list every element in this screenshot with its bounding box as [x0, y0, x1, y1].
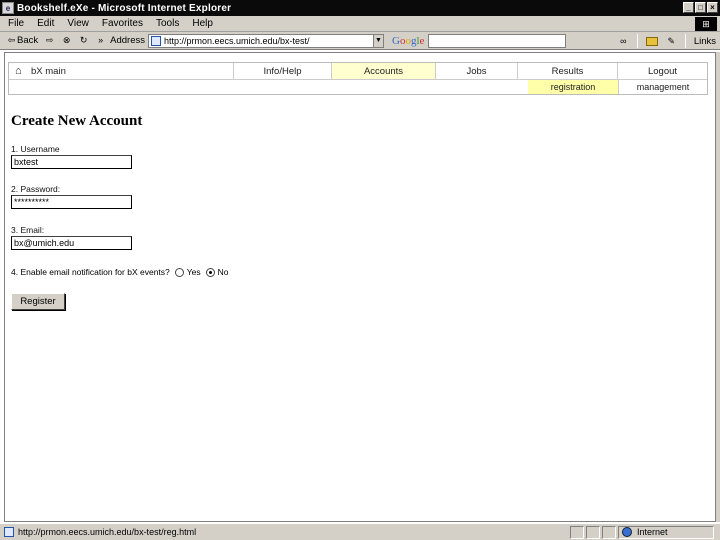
- notification-option: 4. Enable email notification for bX even…: [11, 267, 229, 277]
- back-arrow-icon: ⇦: [7, 35, 16, 45]
- toolbar-separator: [684, 34, 686, 48]
- forward-arrow-icon: ⇨: [45, 35, 54, 45]
- email-label: 3. Email:: [11, 225, 45, 235]
- minimize-button[interactable]: _: [683, 2, 694, 13]
- nav-jobs[interactable]: Jobs: [436, 63, 518, 79]
- home-icon: ⌂: [15, 64, 22, 77]
- subnav-registration[interactable]: registration: [528, 80, 618, 94]
- status-panel: [570, 525, 584, 539]
- menu-help[interactable]: Help: [192, 18, 213, 29]
- status-panel: [602, 525, 616, 539]
- refresh-icon: ↻: [79, 35, 88, 45]
- nav-info-help[interactable]: Info/Help: [234, 63, 332, 79]
- nav-sub-row: registration management: [9, 80, 707, 94]
- globe-icon: [622, 527, 632, 537]
- username-label: 1. Username: [11, 144, 60, 154]
- notify-no-label: No: [217, 267, 229, 277]
- address-label: Address: [110, 35, 145, 46]
- address-value: http://prmon.eecs.umich.edu/bx-test/: [163, 35, 310, 46]
- menu-bar: File Edit View Favorites Tools Help ⊞: [0, 16, 720, 32]
- ie-icon: e: [2, 2, 14, 14]
- menu-file[interactable]: File: [8, 18, 24, 29]
- nav-home-label: bX main: [31, 65, 66, 77]
- email-input[interactable]: [11, 236, 132, 250]
- site-navigation: ⌂ bX main Info/Help Accounts Jobs Result…: [8, 62, 708, 95]
- notify-no-radio[interactable]: [205, 267, 215, 277]
- subnav-spacer: [9, 80, 528, 94]
- stop-icon: ⊗: [62, 35, 71, 45]
- window-controls: _ □ ×: [683, 2, 718, 13]
- forward-button[interactable]: ⇨: [44, 35, 55, 46]
- notify-yes-label: Yes: [186, 267, 201, 277]
- register-button[interactable]: Register: [11, 293, 65, 310]
- menu-view[interactable]: View: [67, 18, 89, 29]
- nav-main-row: ⌂ bX main Info/Help Accounts Jobs Result…: [9, 63, 707, 80]
- back-label: Back: [17, 35, 39, 46]
- binoculars-icon[interactable]: ∞: [618, 36, 629, 47]
- nav-accounts[interactable]: Accounts: [332, 63, 436, 79]
- page-icon: [4, 527, 14, 537]
- maximize-button[interactable]: □: [695, 2, 706, 13]
- status-text-area: http://prmon.eecs.umich.edu/bx-test/reg.…: [0, 527, 570, 537]
- scrollbar[interactable]: [716, 52, 720, 522]
- menu-tools[interactable]: Tools: [156, 18, 179, 29]
- security-zone: Internet: [618, 525, 714, 539]
- page-title: Create New Account: [11, 113, 143, 129]
- title-bar: e Bookshelf.eXe - Microsoft Internet Exp…: [0, 0, 720, 16]
- nav-logout[interactable]: Logout: [618, 63, 707, 79]
- menu-favorites[interactable]: Favorites: [102, 18, 143, 29]
- status-url: http://prmon.eecs.umich.edu/bx-test/reg.…: [18, 527, 197, 537]
- notify-label: 4. Enable email notification for bX even…: [11, 267, 170, 277]
- google-search-input[interactable]: [428, 33, 567, 48]
- address-bar[interactable]: http://prmon.eecs.umich.edu/bx-test/ ▼: [147, 33, 384, 48]
- folder-icon[interactable]: [645, 36, 658, 46]
- page-icon: [150, 35, 161, 46]
- menu-edit[interactable]: Edit: [37, 18, 54, 29]
- toolbar-separator: [636, 34, 638, 48]
- window-title: Bookshelf.eXe - Microsoft Internet Explo…: [17, 2, 232, 14]
- refresh-button[interactable]: ↻: [78, 35, 89, 46]
- back-button[interactable]: ⇦ Back: [6, 35, 38, 46]
- close-button[interactable]: ×: [707, 2, 718, 13]
- zone-label: Internet: [637, 527, 668, 537]
- google-toolbar-logo[interactable]: Google: [392, 35, 424, 47]
- status-panel: [586, 525, 600, 539]
- pencil-icon[interactable]: ✎: [666, 36, 677, 47]
- nav-results[interactable]: Results: [518, 63, 618, 79]
- nav-home[interactable]: ⌂ bX main: [9, 63, 234, 79]
- address-dropdown-icon[interactable]: ▼: [372, 34, 383, 47]
- status-bar: http://prmon.eecs.umich.edu/bx-test/reg.…: [0, 523, 720, 540]
- subnav-management[interactable]: management: [618, 80, 707, 94]
- notify-yes-radio[interactable]: [174, 267, 184, 277]
- username-input[interactable]: [11, 155, 132, 169]
- password-input[interactable]: [11, 195, 132, 209]
- windows-logo-icon: ⊞: [695, 17, 717, 31]
- links-button[interactable]: Links: [694, 36, 716, 47]
- chevron-more-icon[interactable]: »: [95, 35, 106, 46]
- toolbar-right: ∞ ✎ Links: [618, 34, 716, 48]
- password-label: 2. Password:: [11, 184, 61, 194]
- stop-button[interactable]: ⊗: [61, 35, 72, 46]
- toolbar: ⇦ Back ⇨ ⊗ ↻ » Address http://prmon.eecs…: [0, 32, 720, 50]
